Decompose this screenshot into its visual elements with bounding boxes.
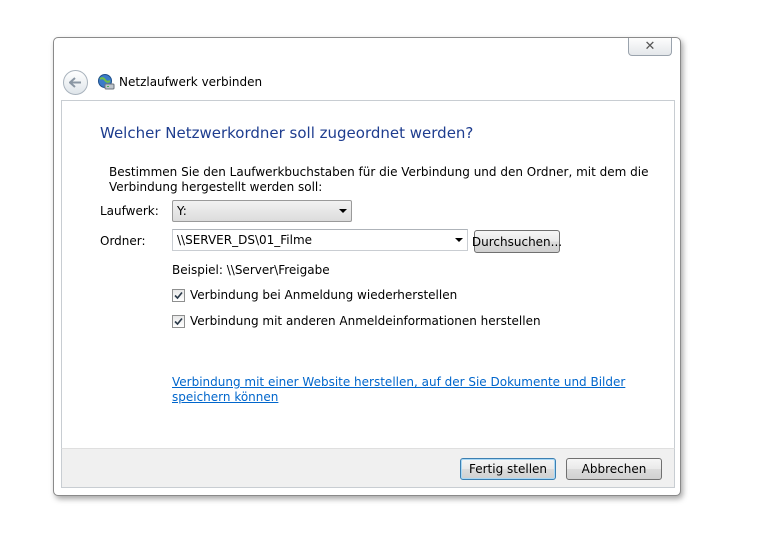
close-icon: ✕ [644, 39, 656, 54]
finish-button[interactable]: Fertig stellen [460, 458, 556, 480]
back-button[interactable] [63, 70, 88, 95]
credentials-checkbox[interactable] [172, 314, 185, 328]
description-text: Bestimmen Sie den Laufwerkbuchstaben für… [109, 165, 649, 194]
example-text: Beispiel: \\Server\Freigabe [172, 263, 330, 277]
checkmark-icon [174, 317, 183, 325]
checkmark-icon [174, 291, 183, 299]
close-button[interactable]: ✕ [628, 38, 672, 56]
reconnect-checkbox[interactable] [172, 288, 185, 302]
reconnect-row[interactable]: Verbindung bei Anmeldung wiederherstelle… [172, 288, 457, 302]
page-heading: Welcher Netzwerkordner soll zugeordnet w… [100, 124, 474, 142]
network-drive-icon [98, 74, 115, 90]
folder-input[interactable]: \\SERVER_DS\01_Filme [172, 229, 468, 251]
chevron-down-icon[interactable] [455, 238, 463, 242]
cancel-button[interactable]: Abbrechen [566, 458, 662, 480]
dialog-window: ✕ Netzlaufwerk verbinden Welcher Netzwer… [53, 37, 681, 496]
credentials-label: Verbindung mit anderen Anmeldeinformatio… [190, 314, 541, 328]
reconnect-label: Verbindung bei Anmeldung wiederherstelle… [190, 288, 458, 302]
drive-value: Y: [177, 204, 187, 218]
button-bar: Fertig stellen Abbrechen [61, 448, 675, 488]
back-arrow-icon [69, 77, 81, 88]
website-link[interactable]: Verbindung mit einer Website herstellen,… [172, 375, 642, 405]
dialog-content: Welcher Netzwerkordner soll zugeordnet w… [61, 100, 675, 449]
drive-label: Laufwerk: [100, 204, 159, 218]
folder-value: \\SERVER_DS\01_Filme [177, 233, 313, 247]
drive-select[interactable]: Y: [172, 200, 352, 222]
browse-button[interactable]: Durchsuchen... [472, 230, 562, 253]
chevron-down-icon [339, 209, 347, 213]
folder-label: Ordner: [100, 234, 146, 248]
credentials-row[interactable]: Verbindung mit anderen Anmeldeinformatio… [172, 314, 541, 328]
window-title: Netzlaufwerk verbinden [119, 75, 263, 89]
